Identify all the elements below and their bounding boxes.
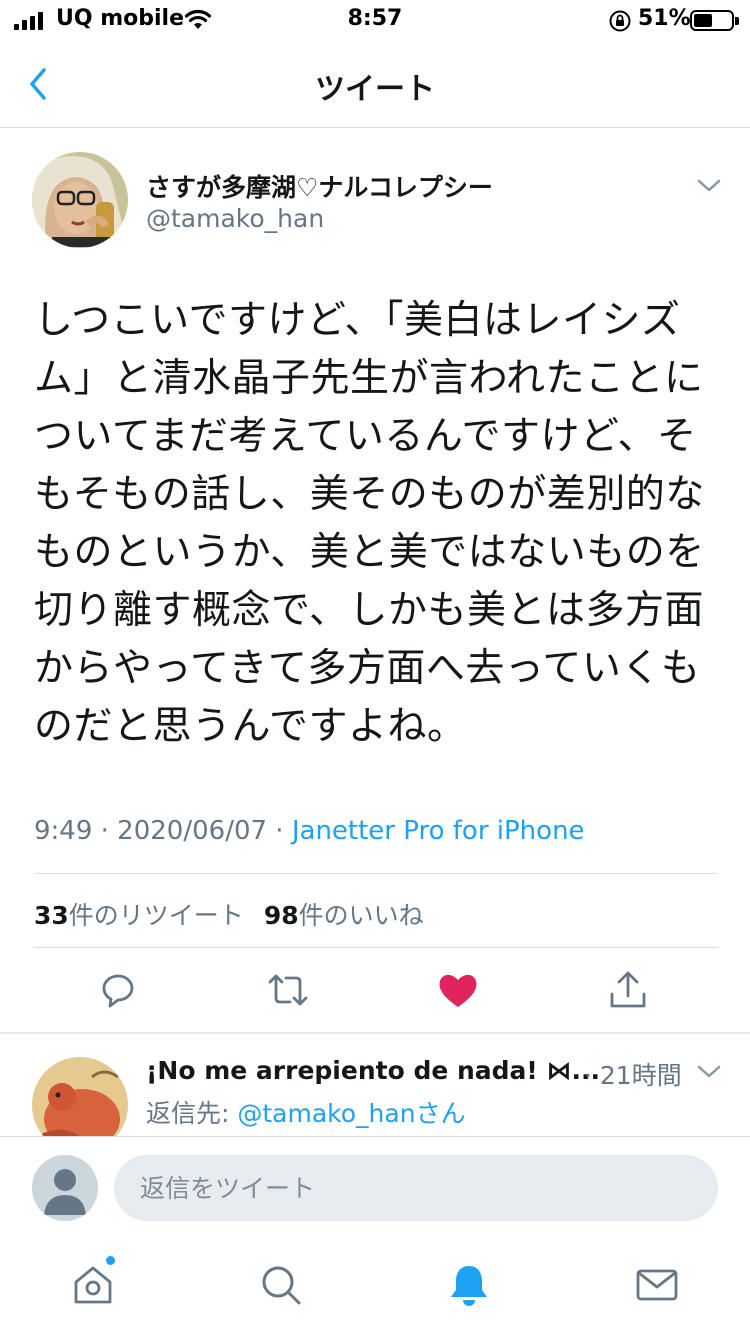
author-avatar[interactable] (32, 152, 128, 248)
search-icon[interactable] (258, 1262, 304, 1308)
messages-icon[interactable] (634, 1262, 680, 1308)
battery-icon (690, 10, 739, 31)
chevron-down-icon[interactable] (696, 176, 722, 196)
retweet-count: 33 (34, 901, 69, 930)
reply-to-handle[interactable]: @tamako_han (237, 1099, 415, 1128)
retweets-stat[interactable]: 33件のリツイート (34, 901, 244, 930)
notifications-icon[interactable] (446, 1262, 492, 1308)
tweet-source-link[interactable]: Janetter Pro for iPhone (292, 816, 585, 846)
reply-author-name[interactable]: ¡No me arrepiento de nada! ⋈... (146, 1056, 600, 1085)
like-label: 件のいいね (298, 901, 424, 930)
like-count: 98 (263, 901, 299, 930)
tweet-stats: 33件のリツイート 98件のいいね (34, 896, 424, 932)
battery-percent: 51% (638, 6, 691, 31)
reply-to-suffix: さん (415, 1099, 466, 1128)
my-avatar[interactable] (32, 1155, 98, 1221)
reply-to-label: 返信先: (146, 1099, 238, 1128)
divider (34, 873, 718, 874)
reply-composer (0, 1136, 750, 1236)
author-handle[interactable]: @tamako_han (146, 204, 324, 233)
page-title: ツイート (315, 72, 435, 107)
chevron-down-icon[interactable] (696, 1062, 722, 1082)
retweet-icon[interactable] (266, 968, 310, 1012)
tab-bar (0, 1236, 750, 1334)
status-bar: UQ mobile 8:57 51% (0, 0, 750, 42)
unread-dot (106, 1256, 115, 1265)
reply-icon[interactable] (96, 968, 140, 1012)
share-icon[interactable] (606, 968, 650, 1012)
tweet-meta: 9:49 · 2020/06/07 · Janetter Pro for iPh… (34, 816, 585, 846)
divider (34, 947, 718, 948)
reply-to-line: 返信先: @tamako_hanさん (146, 1094, 466, 1130)
rotation-lock-icon (609, 10, 631, 32)
reply-input[interactable] (114, 1155, 718, 1221)
likes-stat[interactable]: 98件のいいね (264, 901, 424, 930)
tweet-text: しつこいですけど、「美白はレイシズム」と清水晶子先生が言われたことについてまだ考… (34, 298, 705, 749)
author-name[interactable]: さすが多摩湖♡ナルコレプシー (146, 168, 493, 204)
battery-fill (694, 14, 712, 27)
nav-bar: ツイート (0, 42, 750, 128)
like-icon[interactable] (436, 968, 480, 1012)
retweet-label: 件のリツイート (68, 901, 244, 930)
section-divider (0, 1032, 750, 1034)
tweet-timestamp: 9:49 · 2020/06/07 · (34, 816, 292, 846)
reply-timestamp: · 21時間 (584, 1061, 682, 1090)
home-icon[interactable] (70, 1262, 116, 1308)
